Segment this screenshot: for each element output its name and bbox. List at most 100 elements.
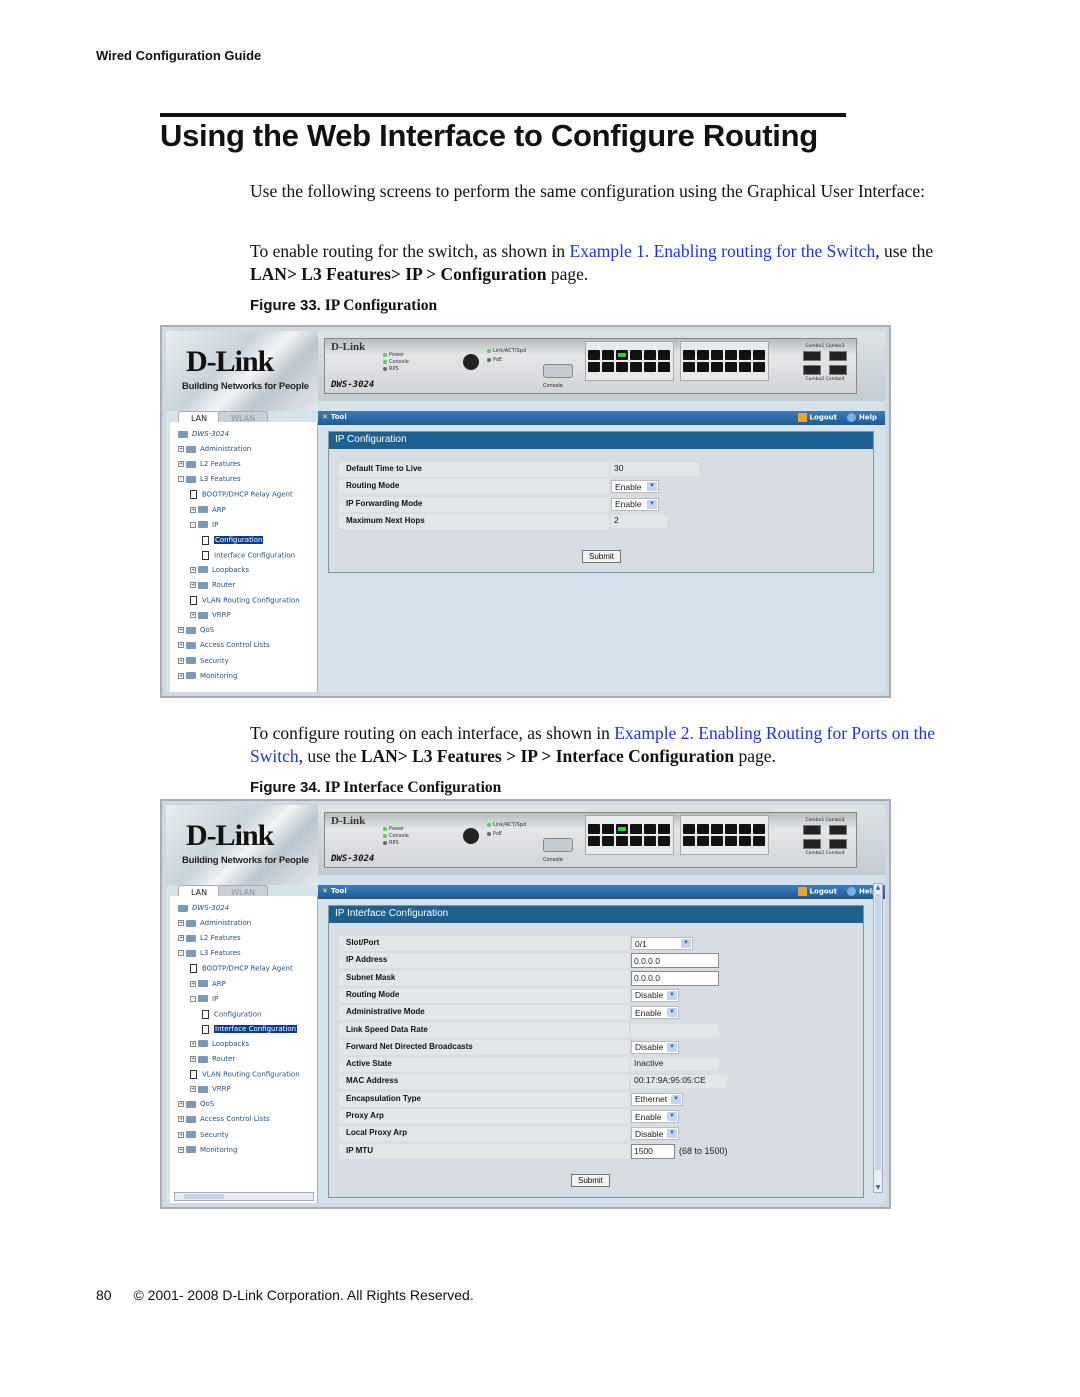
expand-icon[interactable]: + [178,461,184,468]
tree-item-configuration[interactable]: Configuration [202,535,264,545]
routing-mode-select[interactable]: Enable ▼ [611,480,659,494]
tree-item-interface-configuration[interactable]: Interface Configuration [202,1024,298,1034]
tree-item-vrrp[interactable]: + VRRP [190,1085,231,1093]
tree-item-ip[interactable]: - IP [190,521,218,529]
vertical-scrollbar[interactable]: ▲ ▼ [873,883,883,1193]
tree-item-arp[interactable]: + ARP [190,506,226,514]
tree-item-dws-3024[interactable]: DWS-3024 [178,430,229,438]
tree-item-l2-features[interactable]: + L2 Features [178,934,241,942]
local-proxy-arp-select[interactable]: Disable ▼ [631,1127,679,1141]
port-16-icon[interactable] [697,836,709,846]
tree-item-vlan-routing-configuration[interactable]: VLAN Routing Configuration [190,596,300,606]
port-18-icon[interactable] [711,836,723,846]
expand-icon[interactable]: + [178,657,184,664]
port-14-icon[interactable] [683,836,695,846]
port-19-icon[interactable] [725,350,737,360]
port-7-icon[interactable] [630,350,642,360]
submit-button[interactable]: Submit [582,550,621,563]
port-6-icon[interactable] [616,836,628,846]
tree-item-arp[interactable]: + ARP [190,980,226,988]
expand-icon[interactable]: + [178,920,184,927]
sfp-port-icon[interactable] [829,351,847,361]
tree-item-qos[interactable]: + QoS [178,626,214,634]
chevron-down-icon[interactable]: ▼ [667,1008,677,1018]
expand-icon[interactable]: + [178,1146,184,1153]
ip-mtu-input[interactable]: 1500 [631,1143,675,1159]
tree-item-configuration[interactable]: Configuration [202,1009,261,1019]
port-10-icon[interactable] [644,836,656,846]
scroll-up-arrow-icon[interactable]: ▲ [874,884,882,892]
sfp-port-icon[interactable] [829,839,847,849]
chevron-down-icon[interactable]: ▼ [667,1129,677,1139]
expand-icon[interactable]: + [178,627,184,634]
port-11-icon[interactable] [658,824,670,834]
logout-button[interactable]: Logout [797,413,837,422]
port-18-icon[interactable] [711,362,723,372]
collapse-icon[interactable]: - [190,521,196,528]
port-9-icon[interactable] [644,824,656,834]
port-1-icon[interactable] [588,824,600,834]
tree-item-loopbacks[interactable]: + Loopbacks [190,1040,249,1048]
tree-item-l3-features[interactable]: - L3 Features [178,949,241,957]
chevron-down-icon[interactable]: ▼ [667,1112,677,1121]
expand-icon[interactable]: + [190,1086,196,1093]
port-16-icon[interactable] [697,362,709,372]
expand-icon[interactable]: + [190,1040,196,1047]
administrative-mode-select[interactable]: Enable ▼ [631,1006,679,1020]
port-3-icon[interactable] [602,824,614,834]
port-14-icon[interactable] [683,362,695,372]
expand-icon[interactable]: + [190,980,196,987]
tree-item-security[interactable]: + Security [178,1131,229,1139]
tree-item-vlan-routing-configuration[interactable]: VLAN Routing Configuration [190,1070,300,1080]
chevron-down-icon[interactable]: ▼ [647,482,657,492]
tree-item-monitoring[interactable]: + Monitoring [178,1146,237,1154]
port-22-icon[interactable] [739,362,751,372]
expand-icon[interactable]: + [190,582,196,588]
encapsulation-type-select[interactable]: Ethernet ▼ [631,1092,683,1106]
submit-button[interactable]: Submit [571,1174,610,1187]
tree-item-l2-features[interactable]: + L2 Features [178,460,241,468]
port-2-icon[interactable] [588,362,600,372]
port-5-icon[interactable] [616,350,628,360]
port-24-icon[interactable] [753,362,765,372]
port-15-icon[interactable] [697,824,709,834]
port-13-icon[interactable] [683,824,695,834]
port-5-icon[interactable] [616,824,628,834]
horizontal-scrollbar[interactable] [174,1192,314,1201]
port-3-icon[interactable] [602,350,614,360]
port-21-icon[interactable] [739,350,751,360]
tree-item-ip[interactable]: - IP [190,995,218,1003]
tree-item-administration[interactable]: + Administration [178,445,251,453]
port-12-icon[interactable] [658,836,670,846]
tree-item-interface-configuration[interactable]: Interface Configuration [202,550,295,560]
logout-button[interactable]: Logout [797,887,837,896]
tree-item-dws-3024[interactable]: DWS-3024 [178,904,229,912]
sfp-port-icon[interactable] [803,839,821,849]
expand-icon[interactable]: + [178,672,184,679]
port-21-icon[interactable] [739,824,751,834]
tree-item-administration[interactable]: + Administration [178,919,251,927]
ip-forwarding-mode-select[interactable]: Enable ▼ [611,497,659,511]
port-24-icon[interactable] [753,836,765,846]
port-22-icon[interactable] [739,836,751,846]
sfp-port-icon[interactable] [829,365,847,375]
chevron-down-icon[interactable]: ▼ [681,939,691,948]
collapse-icon[interactable]: - [190,995,196,1002]
port-8-icon[interactable] [630,362,642,372]
expand-icon[interactable]: + [190,612,196,619]
routing-mode-select[interactable]: Disable ▼ [631,988,679,1002]
expand-icon[interactable]: + [178,446,184,453]
tree-item-qos[interactable]: + QoS [178,1100,214,1108]
tree-item-l3-features[interactable]: - L3 Features [178,475,241,483]
port-15-icon[interactable] [697,350,709,360]
expand-icon[interactable]: + [178,1101,184,1108]
proxy-arp-select[interactable]: Enable ▼ [631,1110,679,1123]
sfp-port-icon[interactable] [803,825,821,835]
tree-item-bootp-dhcp-relay-agent[interactable]: BOOTP/DHCP Relay Agent [190,490,293,500]
example1-link[interactable]: Example 1. Enabling routing for the Swit… [570,241,876,261]
scrollbar-thumb[interactable] [184,1194,224,1199]
tree-item-monitoring[interactable]: + Monitoring [178,672,237,680]
slot-port-select[interactable]: 0/1 ▼ [631,937,693,950]
tool-menu-button[interactable]: ✕ Tool [322,887,347,895]
collapse-icon[interactable]: - [178,950,184,957]
